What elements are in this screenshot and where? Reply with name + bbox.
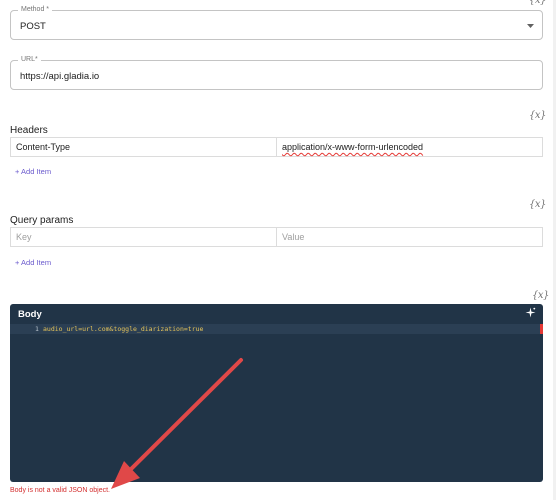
annotation-arrow	[111, 358, 243, 489]
body-error-message: Body is not a valid JSON object.	[10, 487, 110, 494]
